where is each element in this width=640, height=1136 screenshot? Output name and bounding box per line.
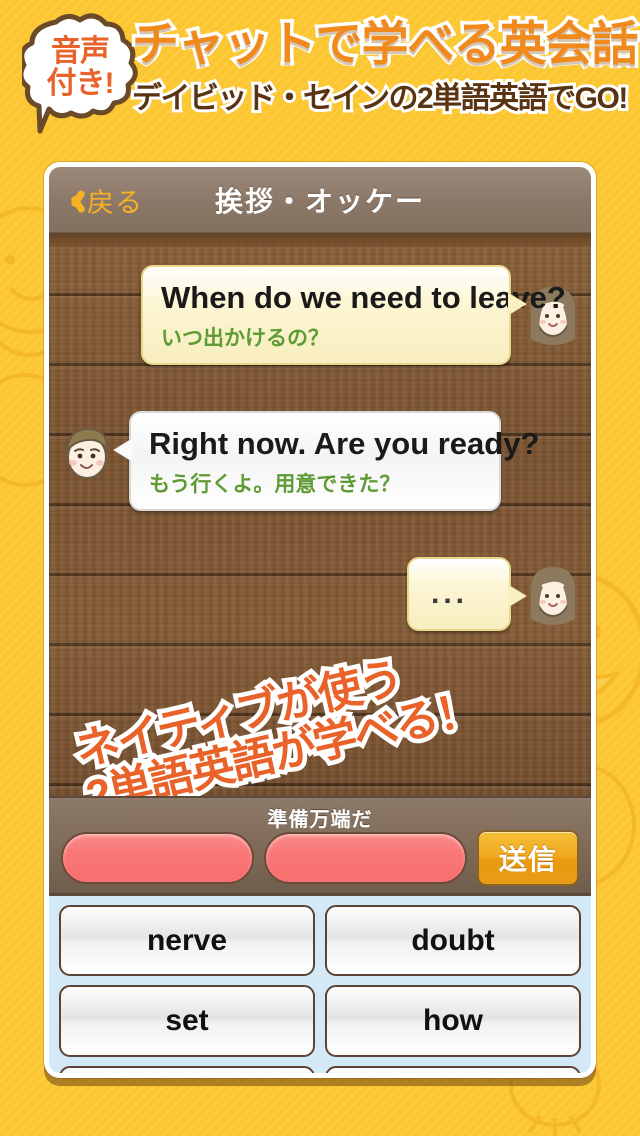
word-choice-grid: nerve doubt set how all he's	[49, 896, 591, 1073]
word-button-all[interactable]: all	[59, 1065, 315, 1073]
word-button-doubt[interactable]: doubt	[325, 905, 581, 977]
audio-badge: 音声 付き!	[22, 12, 138, 136]
slogan-line-2: 2単語英語が学べる！	[77, 679, 487, 796]
chat-bubble[interactable]: When do we need to leave? いつ出かけるの？	[141, 265, 566, 366]
back-button-label: 戻る	[87, 187, 143, 218]
bubble-japanese-text: もう行くよ。用意できた？	[149, 473, 401, 497]
chat-area: When do we need to leave? いつ出かけるの？ Right…	[49, 233, 591, 796]
word-button-hes[interactable]: he's	[325, 1065, 581, 1073]
chat-message: When do we need to leave? いつ出かけるの？	[141, 265, 581, 366]
audio-badge-label: 音声 付き!	[46, 35, 115, 100]
promo-banner: 音声 付き! チャットで学べる英会話 デイビッド・セインの2単語英語でGO!	[0, 0, 640, 150]
bubble-english-text: When do we need to leave?	[161, 280, 566, 315]
avatar-boy	[59, 423, 115, 485]
promo-slogan-overlay: ネイティブが使う 2単語英語が学べる！	[67, 641, 488, 796]
answer-slot-1[interactable]	[61, 832, 254, 884]
bubble-japanese-text: いつ出かけるの？	[161, 327, 329, 351]
chat-bubble-typing[interactable]: ...	[407, 557, 526, 631]
answer-slot-row: 送信	[61, 830, 579, 886]
word-button-how[interactable]: how	[325, 985, 581, 1057]
chat-bubble[interactable]: Right now. Are you ready? もう行くよ。用意できた？	[114, 411, 540, 512]
banner-subtitle: デイビッド・セインの2単語英語でGO!	[129, 81, 631, 117]
typing-dots: ...	[431, 577, 469, 610]
word-button-set[interactable]: set	[59, 985, 315, 1057]
banner-title: チャットで学べる英会話	[129, 17, 640, 71]
bubble-tail-icon	[508, 585, 526, 607]
word-button-nerve[interactable]: nerve	[59, 905, 315, 977]
answer-bar: 準備万端だ 送信	[49, 796, 591, 896]
answer-slot-2[interactable]	[263, 832, 467, 884]
bubble-tail-icon	[508, 293, 526, 315]
answer-hint: 準備万端だ	[267, 809, 373, 831]
back-button[interactable]: 戻る	[63, 167, 143, 233]
avatar-girl	[525, 563, 581, 625]
slogan-line-1: ネイティブが使う	[67, 649, 411, 781]
navigation-bar: 戻る 挨拶・オッケー	[49, 167, 591, 233]
page-root: 音声 付き! チャットで学べる英会話 デイビッド・セインの2単語英語でGO! 戻…	[0, 0, 640, 1136]
bubble-english-text: Right now. Are you ready?	[149, 426, 540, 461]
wood-edge-strip	[49, 233, 591, 247]
app-screen-frame: 戻る 挨拶・オッケー When do we need to leave? いつ出…	[44, 162, 596, 1078]
chat-message-typing: ...	[407, 557, 581, 631]
chevron-left-icon	[63, 184, 83, 216]
chat-message: Right now. Are you ready? もう行くよ。用意できた？	[59, 411, 540, 512]
send-button[interactable]: 送信	[476, 830, 579, 886]
bubble-tail-icon	[114, 439, 132, 461]
